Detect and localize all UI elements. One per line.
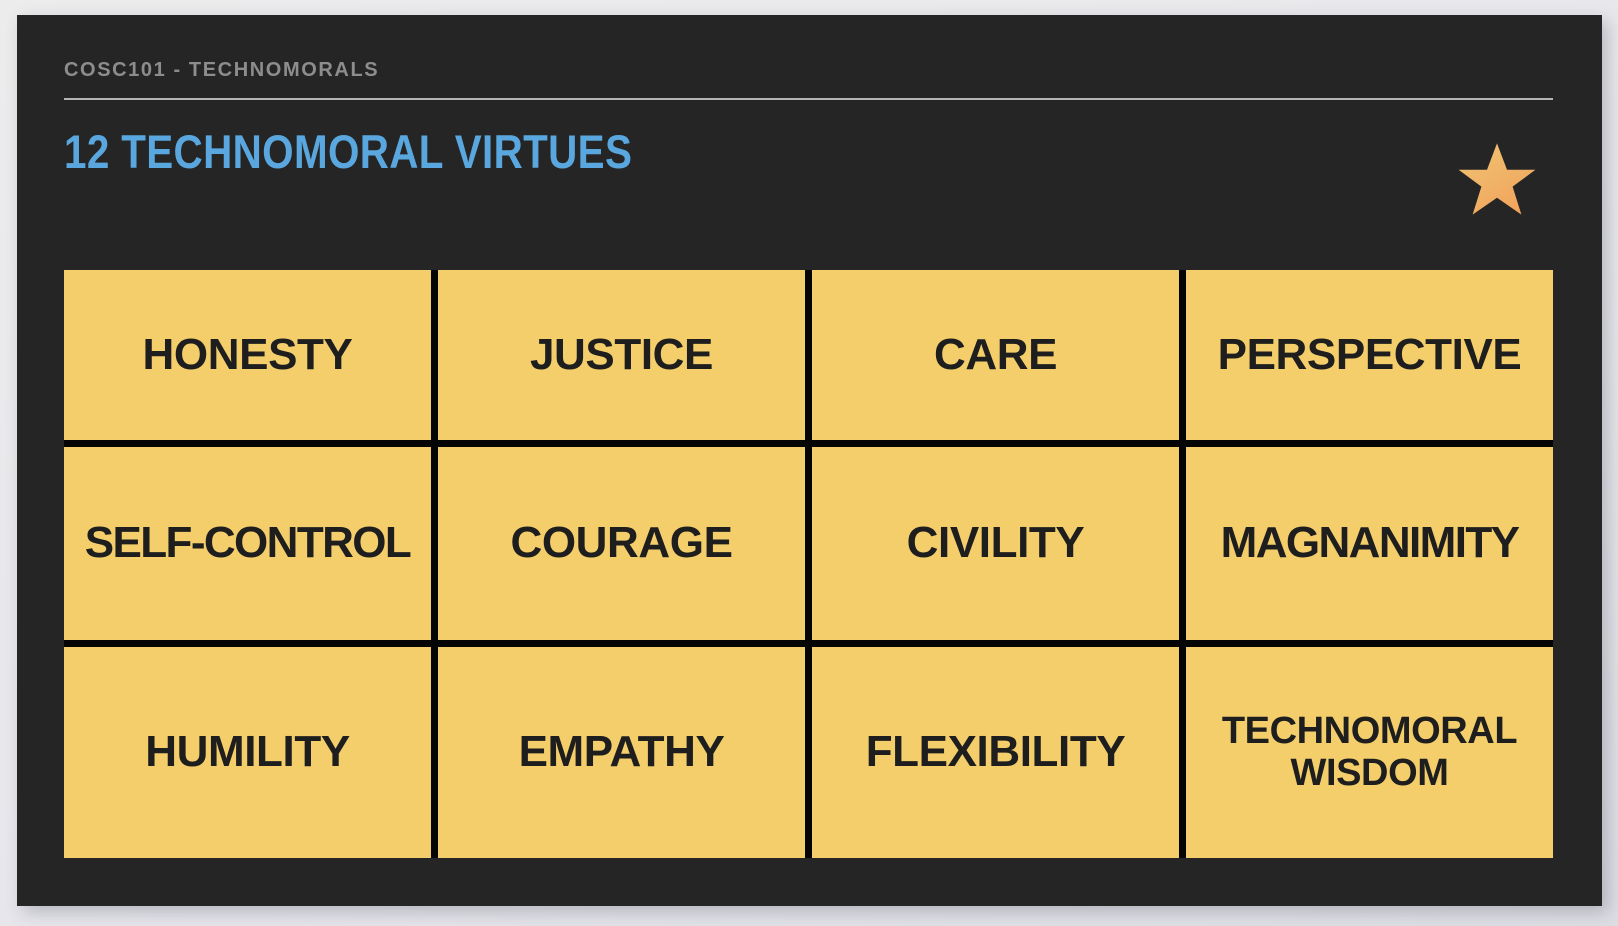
virtue-cell[interactable]: PERSPECTIVE [1186, 270, 1553, 440]
virtue-label: TECHNOMORAL WISDOM [1221, 709, 1518, 794]
virtue-label: HUMILITY [145, 727, 350, 777]
virtue-cell[interactable]: HONESTY [64, 270, 431, 440]
page-title: 12 TECHNOMORAL VIRTUES [64, 125, 633, 178]
virtue-label: CARE [933, 329, 1058, 379]
virtue-cell[interactable]: COURAGE [438, 447, 805, 640]
virtue-cell[interactable]: MAGNANIMITY [1186, 447, 1553, 640]
virtue-cell[interactable]: TECHNOMORAL WISDOM [1186, 647, 1553, 858]
virtue-label: SELF-CONTROL [84, 518, 412, 568]
slide-page-background: COSC101 - TECHNOMORALS 12 TECHNOMORAL VI… [0, 0, 1618, 926]
virtue-cell[interactable]: HUMILITY [64, 647, 431, 858]
virtue-label: EMPATHY [518, 727, 725, 777]
virtue-label: MAGNANIMITY [1220, 518, 1520, 568]
star-icon [1457, 141, 1537, 221]
virtue-label: CIVILITY [906, 518, 1085, 568]
virtue-label: PERSPECTIVE [1217, 329, 1522, 379]
virtue-label: HONESTY [142, 329, 353, 379]
virtue-label: COURAGE [510, 518, 733, 568]
header-divider [64, 98, 1553, 100]
virtue-cell[interactable]: FLEXIBILITY [812, 647, 1179, 858]
virtue-cell[interactable]: CIVILITY [812, 447, 1179, 640]
virtue-label: JUSTICE [529, 329, 714, 379]
virtue-label: FLEXIBILITY [865, 727, 1126, 777]
virtue-cell[interactable]: CARE [812, 270, 1179, 440]
virtue-cell[interactable]: SELF-CONTROL [64, 447, 431, 640]
course-label: COSC101 - TECHNOMORALS [64, 59, 380, 81]
virtue-grid: HONESTY JUSTICE CARE PERSPECTIVE SELF-CO… [64, 270, 1553, 858]
virtue-cell[interactable]: EMPATHY [438, 647, 805, 858]
slide-header: COSC101 - TECHNOMORALS 12 TECHNOMORAL VI… [64, 60, 1553, 176]
slide-card: COSC101 - TECHNOMORALS 12 TECHNOMORAL VI… [17, 15, 1602, 906]
virtue-cell[interactable]: JUSTICE [438, 270, 805, 440]
